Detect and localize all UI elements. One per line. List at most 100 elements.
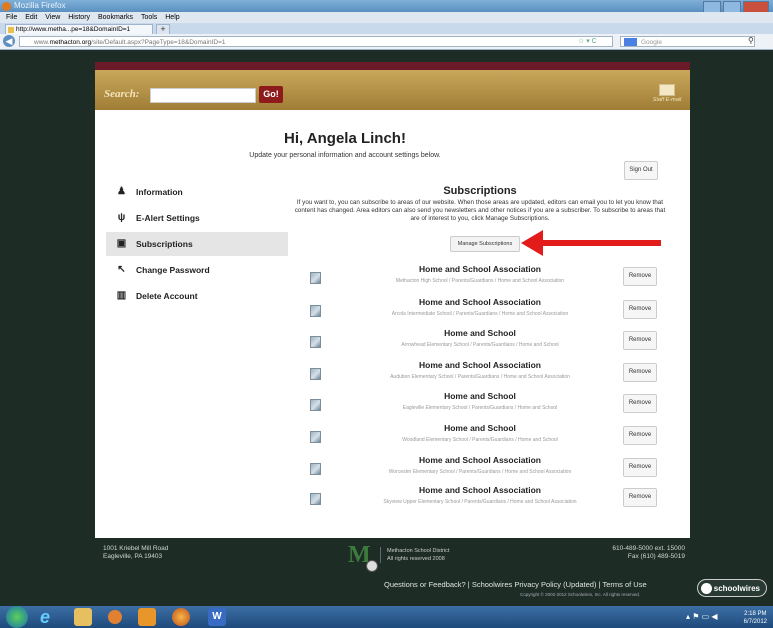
sidebar-item-delete-account[interactable]: ▥ Delete Account [106,284,288,308]
footer-links[interactable]: Questions or Feedback? | Schoolwires Pri… [384,580,647,589]
document-icon [310,305,321,317]
browser-search-input[interactable]: Google [620,36,755,47]
district-name: Methacton School District [387,548,450,554]
url-domain: methacton.org [49,39,92,46]
go-button[interactable]: Go! [259,86,283,103]
subscription-path: Skyview Upper Elementary School / Parent… [383,499,577,505]
remove-button[interactable]: Remove [623,458,657,477]
sidebar-item-label: Delete Account [136,291,198,301]
remove-button[interactable]: Remove [623,300,657,319]
subscription-path: Audubon Elementary School / Parents/Guar… [390,374,570,380]
tab-label: http://www.metha...pe=18&DomainID=1 [16,26,131,33]
document-icon [310,431,321,443]
menu-history[interactable]: History [68,14,90,21]
page-title: Hi, Angela Linch! [284,130,406,147]
district-address: 1001 Kriebel Mill Road Eagleville, PA 19… [103,545,168,561]
ie-icon[interactable]: e [40,608,58,626]
subscription-title: Home and School [444,391,516,401]
subscription-title: Home and School Association [418,455,541,465]
fax-number: Fax (610) 489-5019 [627,553,685,560]
menu-view[interactable]: View [45,14,60,21]
district-rights: All rights reserved 2008 [387,556,445,562]
firefox-logo-icon [2,2,11,11]
sidebar-item-subscriptions[interactable]: ▣ Subscriptions [106,232,288,256]
remove-button[interactable]: Remove [623,426,657,445]
sidebar-item-label: Change Password [136,265,210,275]
url-prefix: www. [34,39,50,46]
district-info: Methacton School District All rights res… [380,547,449,563]
remove-button[interactable]: Remove [623,331,657,350]
firefox-icon[interactable] [172,608,190,626]
district-seal-icon [366,560,378,572]
clock-date: 6/7/2012 [743,619,767,625]
subscription-row: Home and School Association Arcola Inter… [305,297,663,325]
menu-file[interactable]: File [6,14,17,21]
subscription-path: Arrowhead Elementary School / Parents/Gu… [401,342,559,348]
envelope-icon [659,84,675,96]
sidebar-item-label: E-Alert Settings [136,213,200,223]
word-icon[interactable]: W [208,608,226,626]
menu-bookmarks[interactable]: Bookmarks [98,14,133,21]
menu-tools[interactable]: Tools [141,14,157,21]
site-search-input[interactable] [150,88,256,103]
subscriptions-heading: Subscriptions [443,185,517,197]
document-icon [310,399,321,411]
window-titlebar: Mozilla Firefox [0,0,773,13]
schoolwires-logo[interactable]: schoolwires [697,579,767,597]
trash-icon: ▥ [116,290,127,301]
system-tray: ▴ ⚑ ▭ ◀ 2:18 PM 6/7/2012 [680,606,773,628]
subscription-path: Worcester Elementary School / Parents/Gu… [388,469,572,475]
tray-icons[interactable]: ▴ ⚑ ▭ ◀ [686,613,718,621]
subscription-title: Home and School Association [418,360,541,370]
browser-tab[interactable]: http://www.metha...pe=18&DomainID=1 [5,24,153,34]
clock[interactable]: 2:18 PM 6/7/2012 [744,610,767,626]
remove-button[interactable]: Remove [623,363,657,382]
subscription-row: Home and School Arrowhead Elementary Sch… [305,328,663,356]
district-logo-icon: M [348,542,371,568]
sidebar-item-change-password[interactable]: ↖ Change Password [106,258,288,282]
folder-icon[interactable] [74,608,92,626]
clock-time: 2:18 PM [744,611,767,617]
remove-button[interactable]: Remove [623,394,657,413]
start-button[interactable] [6,606,28,628]
sign-out-button[interactable]: Sign Out [624,161,658,180]
url-bar[interactable]: www.methacton.org/site/Default.aspx?Page… [19,36,613,47]
remove-button[interactable]: Remove [623,267,657,286]
document-icon [310,272,321,284]
back-arrow-icon[interactable]: ◀ [3,35,15,47]
schoolwires-label: schoolwires [713,584,760,593]
staff-email-link[interactable]: Staff E-mail [650,84,684,108]
menu-bar: File Edit View History Bookmarks Tools H… [0,12,773,23]
window-controls [703,0,769,13]
page-subtitle: Update your personal information and acc… [249,152,441,159]
subscription-icon: ▣ [116,238,127,249]
media-icon[interactable] [108,610,122,624]
subscription-row: Home and School Eagleville Elementary Sc… [305,391,663,419]
red-arrow-shaft [535,240,661,246]
sidebar-item-e-alert-settings[interactable]: ψ E-Alert Settings [106,206,288,230]
subscription-path: Arcola Intermediate School / Parents/Gua… [391,311,569,317]
document-icon [310,336,321,348]
reload-icon[interactable]: ☆ ▾ C [578,36,597,47]
key-icon: ↖ [117,264,126,275]
document-icon [310,463,321,475]
header-accent-bar [95,62,690,70]
district-phone: 610-489-5000 ext. 15000 Fax (610) 489-50… [600,545,685,561]
outlook-icon[interactable] [138,608,156,626]
site-search-label: Search: [104,88,140,100]
subscription-row: Home and School Association Methacton Hi… [305,264,663,292]
menu-edit[interactable]: Edit [25,14,37,21]
search-icon[interactable]: ⚲ [748,36,754,45]
menu-help[interactable]: Help [165,14,179,21]
copyright-text: Copyright © 2002-2012 Schoolwires, Inc. … [520,592,641,597]
schoolwires-logo-icon [701,583,712,594]
subscription-path: Woodland Elementary School / Parents/Gua… [402,437,558,443]
window-title: Mozilla Firefox [14,1,66,10]
search-placeholder: Google [641,39,662,46]
sidebar-item-label: Subscriptions [136,239,193,249]
remove-button[interactable]: Remove [623,488,657,507]
sidebar-item-information[interactable]: ♟ Information [106,180,288,204]
subscription-path: Methacton High School / Parents/Guardian… [395,278,565,284]
address-line-1: 1001 Kriebel Mill Road [103,545,169,552]
manage-subscriptions-button[interactable]: Manage Subscriptions [450,236,520,252]
